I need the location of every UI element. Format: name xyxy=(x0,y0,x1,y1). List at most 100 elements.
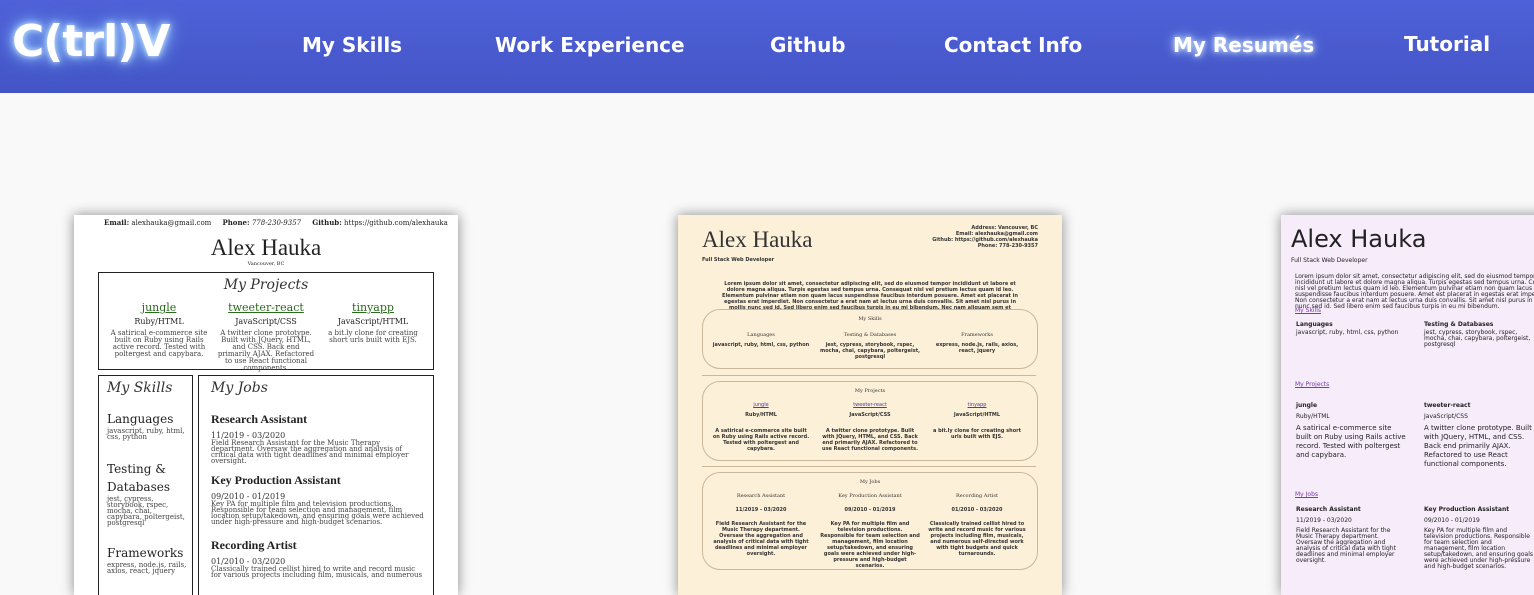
job-desc: Field Research Assistant for the Music T… xyxy=(713,521,809,557)
project-desc: A satirical e-commerce site built on Rub… xyxy=(1296,424,1406,459)
project-tech: JavaScript/HTML xyxy=(337,317,409,326)
contact-line: Email: alexhauka@gmail.com Phone: 778-23… xyxy=(104,218,448,227)
jobs-box: My Jobs Research Assistant 11/2019 - 03/… xyxy=(198,375,434,595)
project-tech: JavaScript/HTML xyxy=(953,412,1001,418)
skill-heading: Testing & Databases xyxy=(843,332,897,338)
job-item: Key Production Assistant 09/2010 - 01/20… xyxy=(820,493,920,569)
project-item: jungle Ruby/HTML A satirical e-commerce … xyxy=(1296,402,1406,460)
skills-title: My Skills xyxy=(858,316,882,322)
project-desc: A satirical e-commerce site built on Rub… xyxy=(712,428,810,452)
project-tech: JavaScript/CSS xyxy=(235,317,297,326)
job-item: Key Production Assistant 09/2010 - 01/20… xyxy=(1424,506,1534,570)
project-desc: A twitter clone prototype. Built with JQ… xyxy=(822,428,918,452)
email-label: Email: xyxy=(104,218,130,227)
project-tech: Ruby/HTML xyxy=(134,317,184,326)
project-tech: Ruby/HTML xyxy=(745,412,777,418)
job-dates: 01/2010 - 03/2020 xyxy=(951,507,1003,513)
skill-values: javascript, ruby, html, css, python xyxy=(107,427,185,441)
project-item: tweeter-react JavaScript/CSS A twitter c… xyxy=(820,402,920,452)
project-link[interactable]: tinyapp xyxy=(323,301,423,314)
job-item: Research Assistant 11/2019 - 03/2020 Fie… xyxy=(711,493,811,557)
project-tech: JavaScript/CSS xyxy=(849,412,891,418)
job-item: Recording Artist 01/2010 - 03/2020 Class… xyxy=(211,538,426,579)
job-desc: Key PA for multiple film and television … xyxy=(820,521,920,569)
projects-title: My Projects xyxy=(223,277,309,293)
nav-github[interactable]: Github xyxy=(770,33,846,57)
email-value: alexhauka@gmail.com xyxy=(131,219,212,227)
project-item: tinyapp JavaScript/HTML a bit.ly clone f… xyxy=(323,301,423,344)
skill-heading: Languages xyxy=(107,412,174,426)
projects-title: My Projects xyxy=(854,388,886,394)
skill-values: javascript, ruby, html, css, python xyxy=(1296,329,1399,336)
project-item: tinyapp JavaScript/HTML a bit.ly clone f… xyxy=(927,402,1027,440)
skill-group: Frameworks express, node.js, rails, axio… xyxy=(107,544,187,575)
skill-values: jest, cypress, storybook, rspec, mocha, … xyxy=(1424,329,1531,348)
skill-values: jest, cypress, storybook, rspec, mocha, … xyxy=(820,342,920,360)
jobs-title: My Jobs xyxy=(1295,491,1319,498)
skill-heading: Testing & Databases xyxy=(1424,321,1494,328)
resume-card-modern[interactable]: Alex Hauka Full Stack Web Developer Lore… xyxy=(1281,215,1534,595)
project-desc: A satirical e-commerce site built on Rub… xyxy=(110,329,208,358)
skill-group: Testing & Databases jest, cypress, story… xyxy=(1424,321,1534,348)
skill-heading: Frameworks xyxy=(107,546,184,560)
phone-label: Phone: xyxy=(222,218,250,227)
skill-group: Languages javascript, ruby, html, css, p… xyxy=(711,332,811,348)
skill-group: Testing & Databases jest, cypress, story… xyxy=(820,332,920,360)
job-title: Research Assistant xyxy=(736,493,786,499)
projects-title: My Projects xyxy=(1295,381,1330,388)
job-item: Research Assistant 11/2019 - 03/2020 Fie… xyxy=(211,412,426,465)
skill-group: Languages javascript, ruby, html, css, p… xyxy=(107,410,187,441)
resume-role: Full Stack Web Developer xyxy=(702,257,775,263)
job-item: Recording Artist 01/2010 - 03/2020 Class… xyxy=(927,493,1027,557)
divider xyxy=(702,466,1036,467)
skill-heading: Languages xyxy=(747,332,775,338)
jobs-section: My Jobs Research Assistant 11/2019 - 03/… xyxy=(702,472,1038,570)
job-item: Research Assistant 11/2019 - 03/2020 Fie… xyxy=(1296,506,1406,564)
nav-work-experience[interactable]: Work Experience xyxy=(495,33,685,57)
resume-card-cream[interactable]: Alex Hauka Full Stack Web Developer Addr… xyxy=(678,215,1062,595)
resume-name: Alex Hauka xyxy=(1291,225,1427,253)
job-desc: Field Research Assistant for the Music T… xyxy=(211,439,409,465)
project-link[interactable]: jungle xyxy=(109,301,209,314)
project-item: jungle Ruby/HTML A satirical e-commerce … xyxy=(109,301,209,358)
projects-section: My Projects jungle Ruby/HTML A satirical… xyxy=(702,381,1038,461)
project-desc: a bit.ly clone for creating short urls b… xyxy=(328,329,418,344)
nav-tutorial[interactable]: Tutorial xyxy=(1404,32,1490,56)
skill-values: javascript, ruby, html, css, python xyxy=(712,342,810,348)
job-desc: Key PA for multiple film and television … xyxy=(211,500,424,526)
job-desc: Classically trained cellist hired to wri… xyxy=(928,521,1026,557)
project-link[interactable]: tweeter-react xyxy=(820,402,920,408)
job-title: Research Assistant xyxy=(1296,506,1361,513)
skill-heading: Languages xyxy=(1296,321,1333,328)
phone-value: 778-230-9357 xyxy=(251,219,302,227)
project-link[interactable]: jungle xyxy=(711,402,811,408)
project-link[interactable]: tinyapp xyxy=(927,402,1027,408)
job-desc: Key PA for multiple film and television … xyxy=(1424,527,1534,570)
job-title: Recording Artist xyxy=(956,493,998,499)
job-desc: Field Research Assistant for the Music T… xyxy=(1296,527,1396,564)
logo[interactable]: C(trl)V xyxy=(12,16,170,67)
skill-values: express, node.js, rails, axios, react, j… xyxy=(935,342,1019,354)
job-dates: 09/2010 - 01/2019 xyxy=(1424,517,1480,524)
skills-box: My Skills Languages javascript, ruby, ht… xyxy=(98,375,193,595)
github-label: Github: xyxy=(312,218,342,227)
project-link[interactable]: tweeter-react xyxy=(216,301,316,314)
resume-card-classic[interactable]: Email: alexhauka@gmail.com Phone: 778-23… xyxy=(74,215,458,595)
project-desc: a bit.ly clone for creating short urls b… xyxy=(932,428,1022,440)
resume-summary: Lorem ipsum dolor sit amet, consectetur … xyxy=(722,281,1018,311)
skills-title: My Skills xyxy=(1295,307,1322,314)
nav-my-skills[interactable]: My Skills xyxy=(302,33,402,57)
project-desc: A twitter clone prototype. Built with JQ… xyxy=(1424,424,1532,468)
project-tech: Ruby/HTML xyxy=(1296,413,1330,420)
skill-values: jest, cypress, storybook, rspec, mocha, … xyxy=(107,495,185,527)
nav-contact-info[interactable]: Contact Info xyxy=(944,33,1082,57)
nav-my-resumes[interactable]: My Resumés xyxy=(1173,33,1314,57)
jobs-title: My Jobs xyxy=(859,479,881,485)
contact-phone: Phone: 778-230-9357 xyxy=(977,243,1038,249)
resume-role: Full Stack Web Developer xyxy=(1291,257,1368,264)
skill-heading: Testing & Databases xyxy=(107,462,171,494)
job-title: Recording Artist xyxy=(211,538,297,552)
resume-name: Alex Hauka xyxy=(210,235,322,260)
project-name: jungle xyxy=(1296,402,1318,409)
job-dates: 11/2019 - 03/2020 xyxy=(735,507,787,513)
